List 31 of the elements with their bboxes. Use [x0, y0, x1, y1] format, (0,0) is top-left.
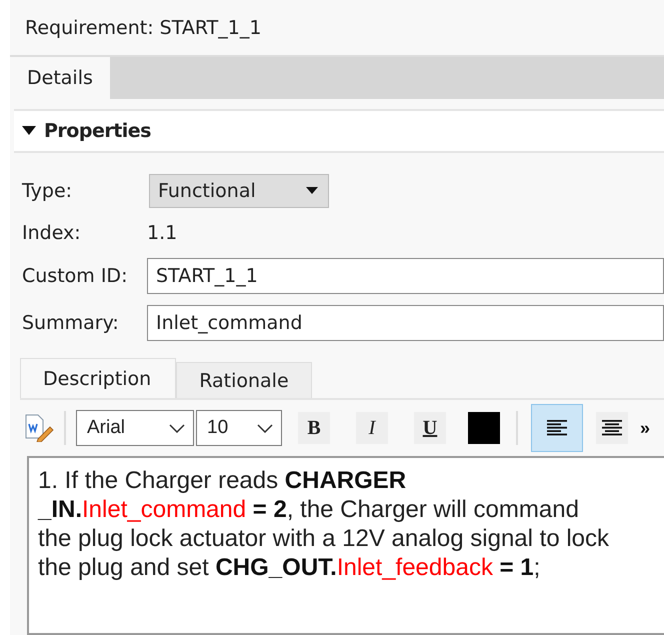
expand-triangle-icon [22, 126, 36, 136]
section-header[interactable]: Properties [14, 109, 664, 153]
field-label: Index: [22, 222, 82, 244]
italic-button[interactable]: I [356, 412, 388, 444]
field-label: Custom ID: [22, 264, 128, 286]
input-field[interactable]: START_1_1 [147, 258, 664, 294]
font-size-select[interactable]: 10 [196, 410, 282, 446]
editor-tab[interactable]: Description [20, 358, 176, 398]
caret-icon [306, 187, 318, 194]
underline-button[interactable]: U [414, 412, 446, 444]
chevron-down-icon [169, 424, 185, 432]
editor-tab[interactable]: Rationale [176, 362, 312, 398]
document-pencil-icon[interactable] [24, 414, 54, 442]
description-text[interactable]: 1. If the Charger reads CHARGER _IN.Inlet_command = 2, the Charger will command the plug lock actuator with a 12V analog signal to lock the plug and set CHG_OUT.Inlet_feedback = 1; [27, 456, 664, 635]
align-center-button[interactable] [596, 412, 628, 444]
window-title: Requirement: START_1_1 [25, 16, 262, 38]
align-left-icon [547, 420, 567, 436]
chevron-down-icon [257, 424, 273, 432]
field-value: 1.1 [147, 222, 178, 244]
more-button[interactable]: » [640, 418, 650, 438]
section-title: Properties [44, 120, 151, 142]
align-center-icon [602, 420, 622, 436]
field-label: Summary: [22, 312, 120, 334]
input-field[interactable]: Inlet_command [147, 304, 664, 340]
font-select[interactable]: Arial [76, 410, 194, 446]
text-color-swatch[interactable] [468, 412, 500, 444]
field-label: Type: [22, 180, 74, 202]
type-dropdown[interactable]: Functional [149, 174, 329, 208]
details-tab[interactable]: Details [10, 57, 110, 99]
bold-button[interactable]: B [298, 412, 330, 444]
align-left-button[interactable] [532, 405, 582, 451]
